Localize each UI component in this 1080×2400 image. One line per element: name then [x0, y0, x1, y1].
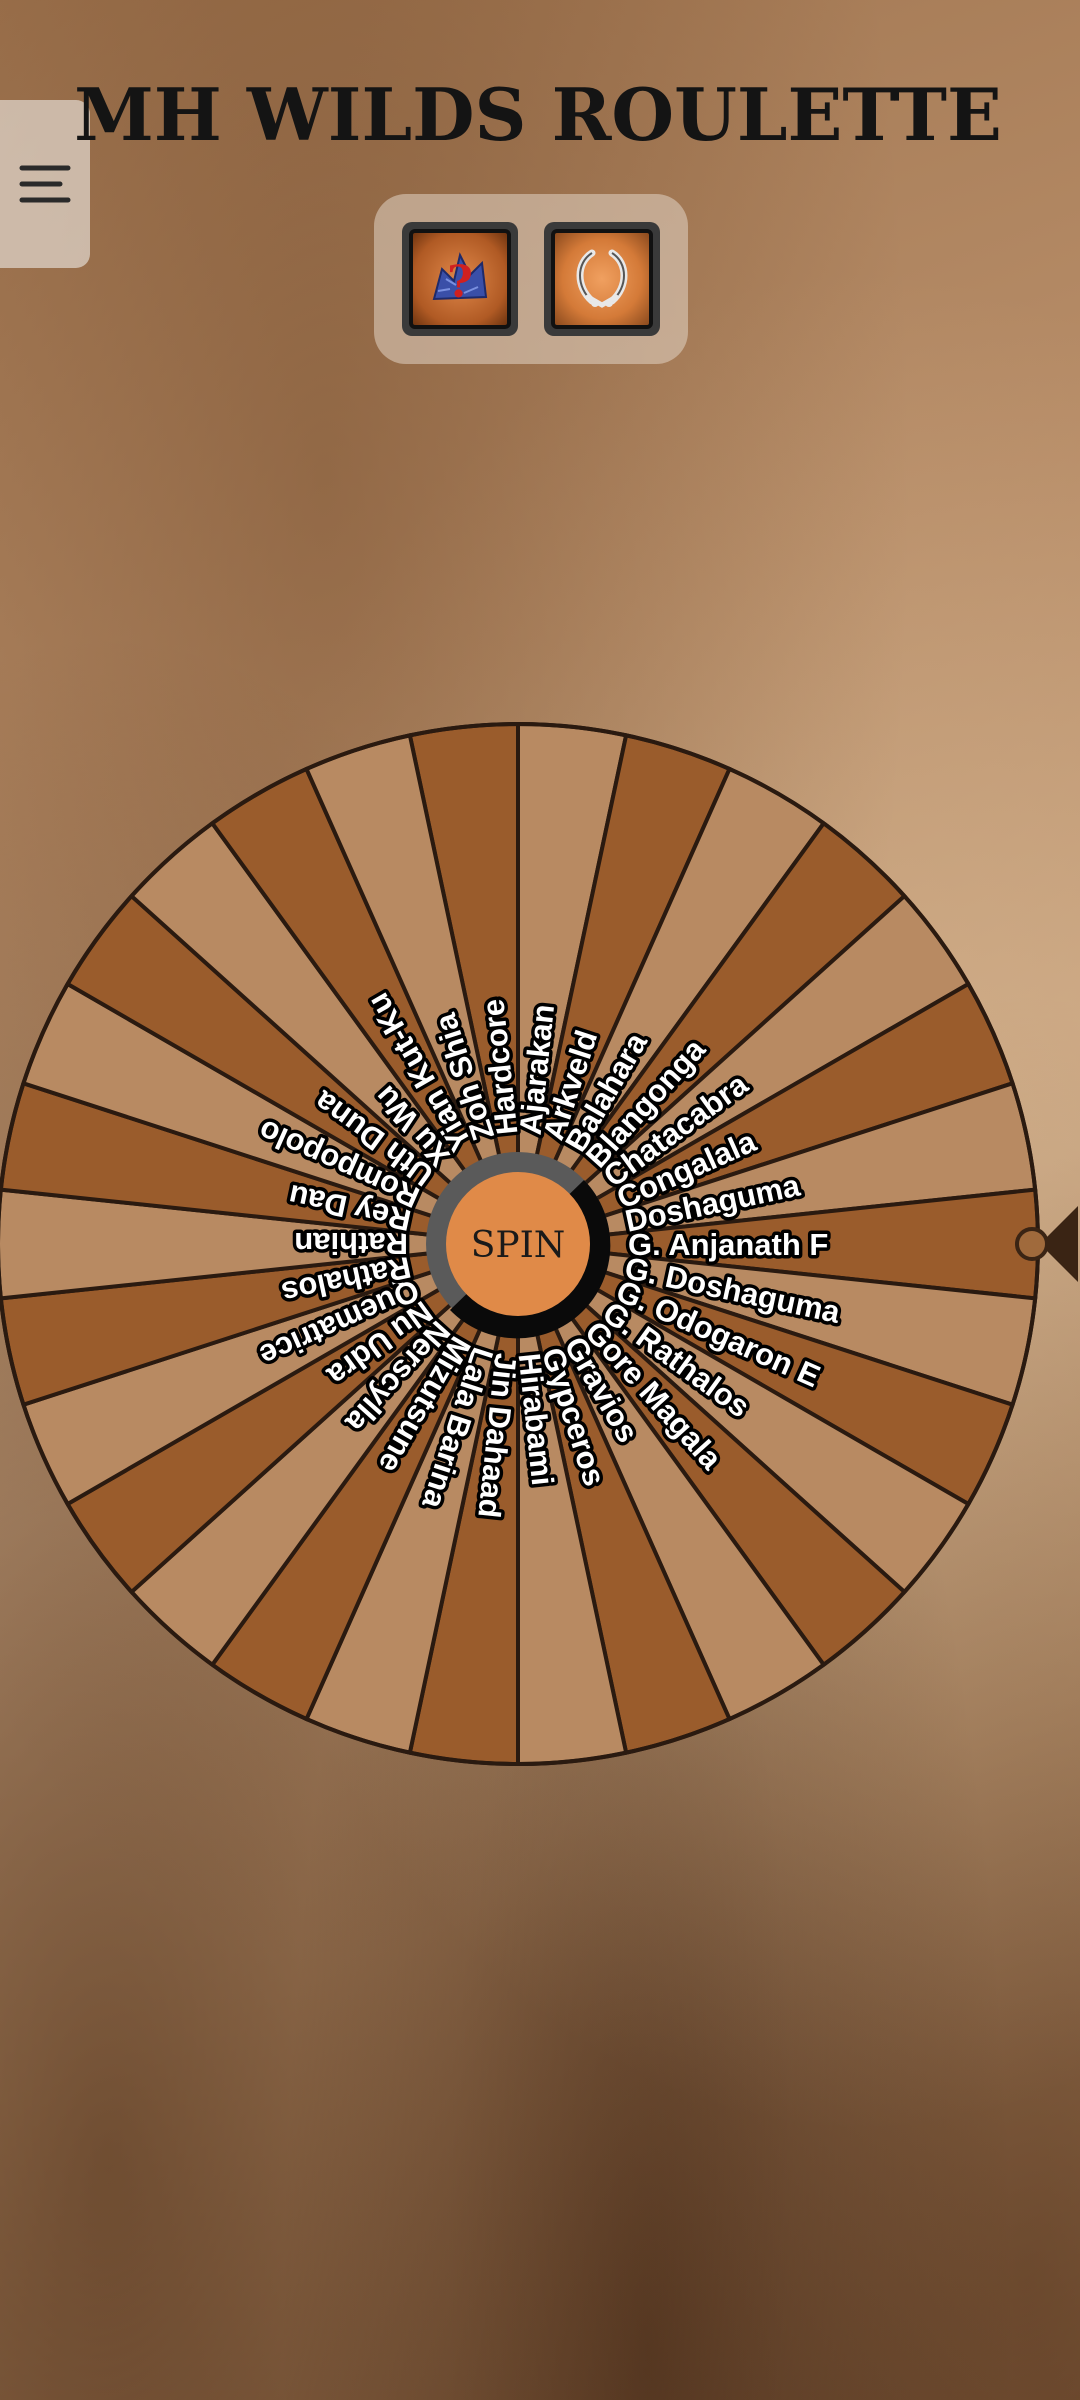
spin-label: SPIN: [471, 1225, 566, 1266]
spin-button[interactable]: SPIN: [426, 1152, 611, 1339]
page-title: MH WILDS ROULETTE: [74, 72, 1002, 157]
roulette-wheel: Hardcore Ajarakan Arkveld Balahara Blangonga…: [0, 720, 1080, 1770]
hamburger-menu-icon: [19, 165, 71, 203]
icon-toolbar: ?: [374, 194, 688, 364]
claws-button[interactable]: [544, 222, 660, 336]
svg-text:?: ?: [447, 257, 473, 308]
random-monster-icon: ?: [432, 252, 488, 308]
claws-icon: [576, 249, 628, 308]
random-monster-button[interactable]: ?: [402, 222, 518, 336]
